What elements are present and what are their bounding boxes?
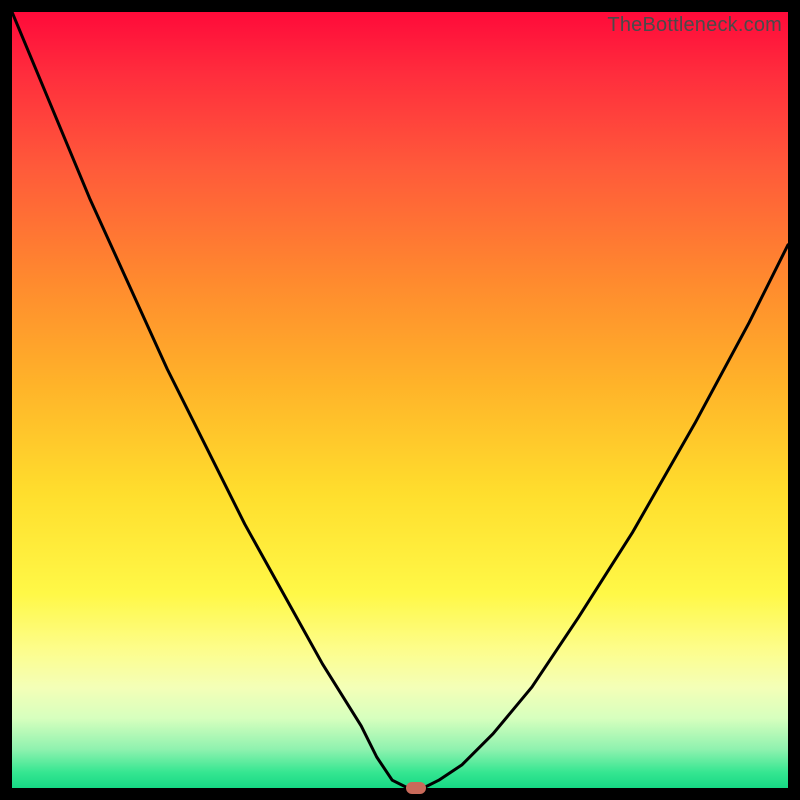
curve-svg xyxy=(12,12,788,788)
plot-area: TheBottleneck.com xyxy=(12,12,788,788)
bottleneck-curve xyxy=(12,12,788,788)
optimal-marker xyxy=(406,782,426,794)
chart-frame: TheBottleneck.com xyxy=(0,0,800,800)
